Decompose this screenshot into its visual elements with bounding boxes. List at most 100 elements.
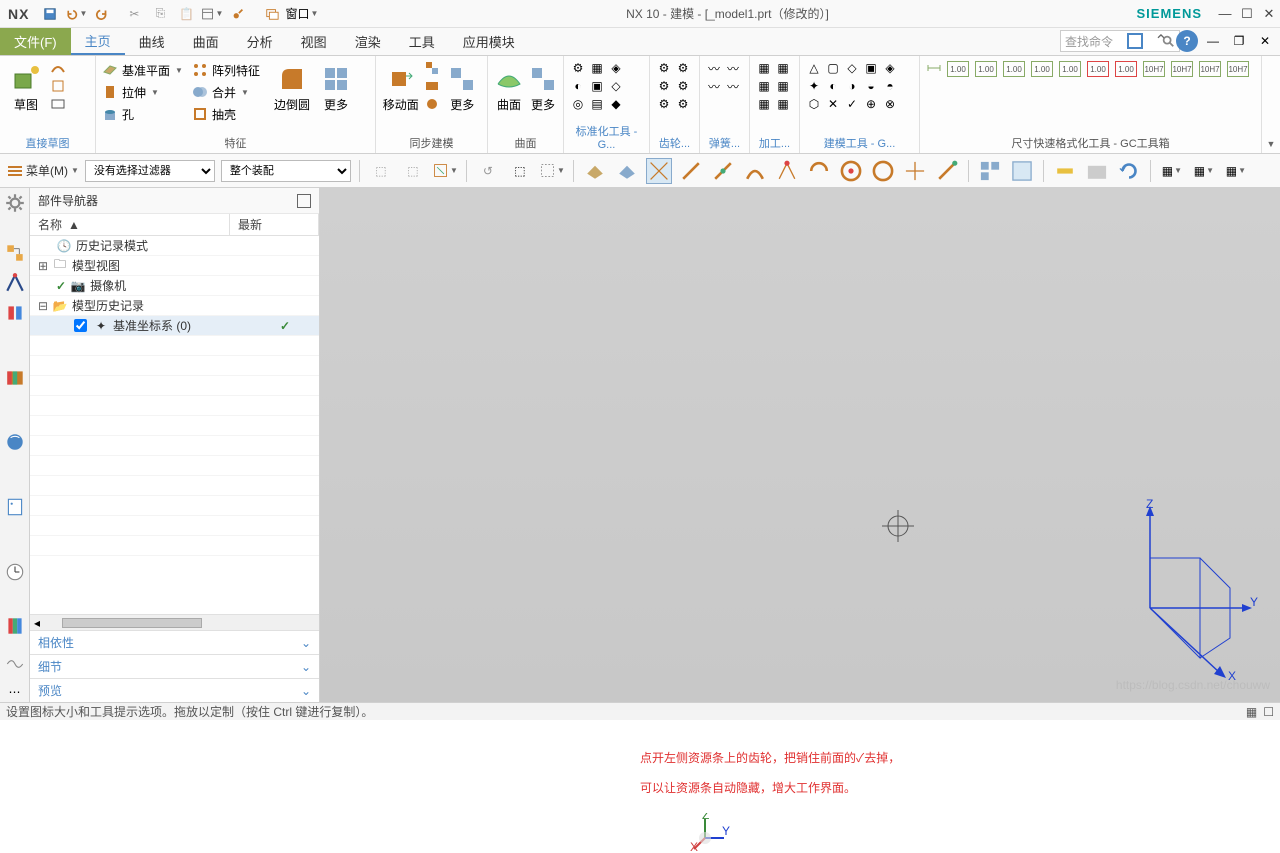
sketch-point-icon[interactable] [50,78,66,94]
hole-button[interactable]: 孔 [102,104,188,124]
analysis-icon[interactable] [1084,158,1110,184]
section-dependency[interactable]: 相依性⌄ [30,630,319,654]
gear1-icon[interactable]: ⚙ [656,60,672,76]
mod3-icon[interactable]: ◇ [844,60,860,76]
snap5-icon[interactable] [806,158,832,184]
spring4-icon[interactable]: 〰 [725,78,741,94]
mod13-icon[interactable]: ✓ [844,96,860,112]
wave-icon[interactable] [4,653,26,675]
snap2-icon[interactable] [710,158,736,184]
surface-more-button[interactable]: 更多 [528,60,558,116]
mach2-icon[interactable]: ▦ [775,60,791,76]
assembly-nav-icon[interactable] [4,272,26,294]
tree-history-mode[interactable]: 🕓历史记录模式 [30,236,319,256]
gear2-icon[interactable]: ⚙ [675,60,691,76]
sketch-button[interactable]: 草图 [6,60,46,116]
tree-cameras[interactable]: ✓📷摄像机 [30,276,319,296]
mod10-icon[interactable]: ◓ [882,78,898,94]
dim-8[interactable]: 10H7 [1143,61,1165,77]
tab-home[interactable]: 主页 [71,28,125,55]
tab-curve[interactable]: 曲线 [125,28,179,55]
dim-11[interactable]: 10H7 [1227,61,1249,77]
sel2-icon[interactable]: ⬚ [400,158,426,184]
sync2-icon[interactable] [424,78,440,94]
tab-render[interactable]: 渲染 [341,28,395,55]
collapse-ribbon-icon[interactable]: ⌃ [1150,30,1172,52]
sketch-curve-icon[interactable] [50,60,66,76]
minimize-button[interactable]: — [1214,3,1236,25]
snap3-icon[interactable] [742,158,768,184]
tree-datum-csys[interactable]: ✦基准坐标系 (0) ✓ [30,316,319,336]
sel1-icon[interactable]: ⬚ [368,158,394,184]
grid2-icon[interactable]: ▦▼ [1191,158,1217,184]
palette-icon[interactable] [4,615,26,637]
section-preview[interactable]: 预览⌄ [30,678,319,702]
spring1-icon[interactable]: 〰 [706,60,722,76]
constraint-nav-icon[interactable] [4,302,26,324]
move-face-button[interactable]: 移动面 [382,60,420,116]
feature-more-button[interactable]: 更多 [316,60,356,116]
web-icon[interactable] [4,431,26,453]
surface-button[interactable]: 曲面 [494,60,524,116]
sketch-rect-icon[interactable] [50,96,66,112]
snap8-icon[interactable] [902,158,928,184]
resbar-bottom-icon[interactable]: ⋯ [4,683,26,702]
measure-icon[interactable] [1052,158,1078,184]
mach6-icon[interactable]: ▦ [775,96,791,112]
spring3-icon[interactable]: 〰 [706,78,722,94]
view1-icon[interactable] [977,158,1003,184]
redo-icon[interactable] [91,3,113,25]
3d-viewport[interactable]: Z Y X Z Y X 点开左侧资源条上的齿轮，把销住前面的✓去掉， 可以让资源… [320,188,1280,702]
std7-icon[interactable]: ◎ [570,96,586,112]
reuse-lib-icon[interactable] [4,367,26,389]
mach3-icon[interactable]: ▦ [756,78,772,94]
spring2-icon[interactable]: 〰 [725,60,741,76]
col-latest[interactable]: 最新 [230,214,319,235]
dim-6[interactable]: 1.00 [1087,61,1109,77]
sel4-icon[interactable]: ↺ [475,158,501,184]
gear-icon[interactable] [4,192,26,214]
mod7-icon[interactable]: ◐ [825,78,841,94]
std2-icon[interactable]: ▦ [589,60,605,76]
sel7-icon[interactable] [582,158,608,184]
std9-icon[interactable]: ◆ [608,96,624,112]
mod8-icon[interactable]: ◑ [844,78,860,94]
sel3-icon[interactable]: ▼ [432,158,458,184]
mach5-icon[interactable]: ▦ [756,96,772,112]
history-icon[interactable] [4,496,26,518]
std8-icon[interactable]: ▤ [589,96,605,112]
extrude-button[interactable]: 拉伸▼ [102,82,188,102]
unite-button[interactable]: 合并▼ [192,82,268,102]
sync3-icon[interactable] [424,96,440,112]
group-std-title[interactable]: 标准化工具 - G... [570,121,643,153]
group-mach-title[interactable]: 加工... [756,133,793,153]
props-icon[interactable]: ▼ [201,3,223,25]
dim-5[interactable]: 1.00 [1059,61,1081,77]
std5-icon[interactable]: ▣ [589,78,605,94]
status-icon2[interactable]: ☐ [1263,705,1274,719]
dim-3[interactable]: 1.00 [1003,61,1025,77]
assembly-filter[interactable]: 整个装配 [221,160,351,182]
snap6-icon[interactable] [838,158,864,184]
group-modeling-title[interactable]: 建模工具 - G... [806,133,913,153]
pattern-button[interactable]: 阵列特征 [192,60,268,80]
maximize-button[interactable]: ☐ [1236,3,1258,25]
mach4-icon[interactable]: ▦ [775,78,791,94]
status-icon1[interactable]: ▦ [1246,705,1257,719]
part-nav-icon[interactable] [4,242,26,264]
mod11-icon[interactable]: ⬡ [806,96,822,112]
shell-button[interactable]: 抽壳 [192,104,268,124]
dim-7[interactable]: 1.00 [1115,61,1137,77]
mod2-icon[interactable]: ▢ [825,60,841,76]
col-name[interactable]: 名称 ▲ [30,214,230,235]
inner-close[interactable]: ✕ [1254,30,1276,52]
clock-icon[interactable] [4,561,26,583]
dim-1[interactable]: 1.00 [947,61,969,77]
grid3-icon[interactable]: ▦▼ [1223,158,1249,184]
tab-view[interactable]: 视图 [287,28,341,55]
file-menu[interactable]: 文件(F) [0,28,71,55]
window-dropdown-label[interactable]: 窗口 [285,5,309,22]
selection-filter[interactable]: 没有选择过滤器 [85,160,215,182]
std6-icon[interactable]: ◇ [608,78,624,94]
cut-icon[interactable]: ✂ [123,3,145,25]
